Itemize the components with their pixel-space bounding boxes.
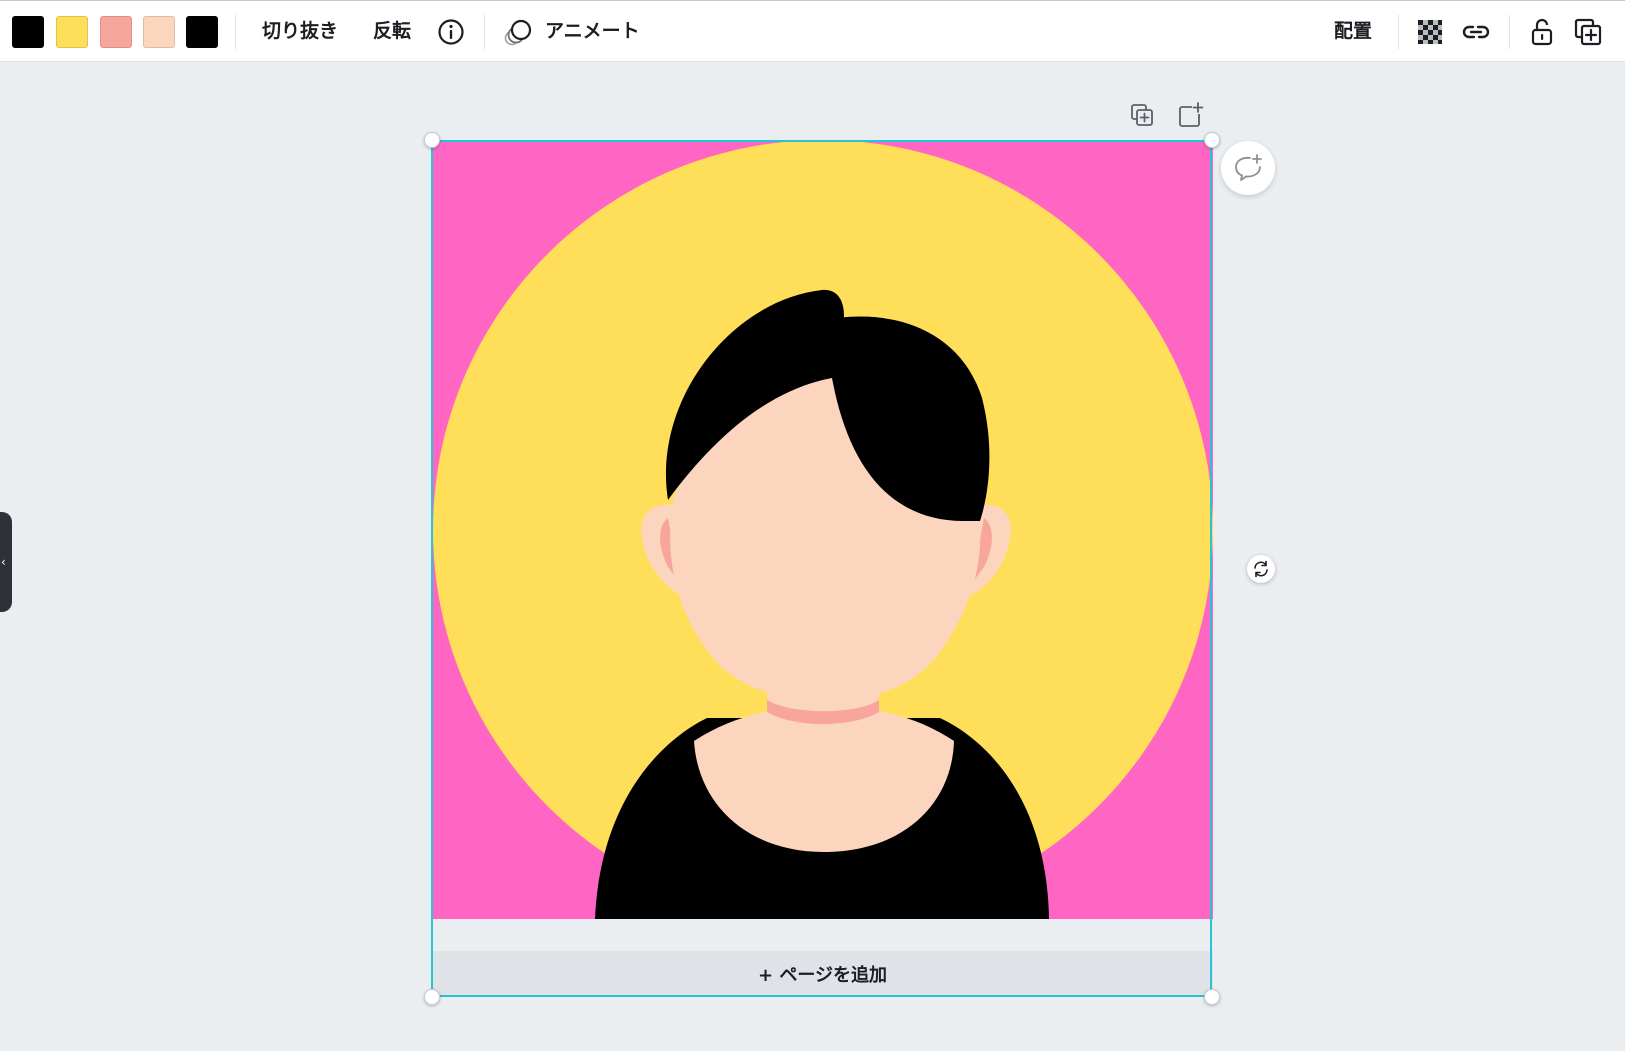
resize-handle-bottom-right[interactable] (1204, 989, 1220, 1005)
info-icon[interactable] (434, 15, 468, 49)
comment-add-icon (1235, 154, 1262, 181)
color-swatch-black-2[interactable] (186, 16, 218, 48)
color-swatch-peach[interactable] (143, 16, 175, 48)
animate-label: アニメート (545, 20, 640, 42)
design-canvas[interactable] (432, 140, 1213, 919)
link-icon[interactable] (1459, 15, 1493, 49)
toolbar-divider (1398, 15, 1399, 49)
rotate-icon (1254, 560, 1268, 578)
duplicate-page-icon[interactable] (1128, 101, 1158, 131)
toolbar-divider (484, 15, 485, 49)
add-comment-button[interactable] (1221, 141, 1275, 195)
animate-button[interactable]: アニメート (500, 13, 650, 51)
color-swatch-yellow[interactable] (56, 16, 88, 48)
resize-handle-bottom-left[interactable] (424, 989, 440, 1005)
editor-toolbar: 切り抜き 反転 アニメート 配置 (0, 0, 1625, 62)
page-bottom-strip (432, 919, 1213, 951)
add-page-icon[interactable] (1176, 100, 1206, 130)
rotate-button[interactable] (1247, 555, 1275, 583)
resize-handle-top-right[interactable] (1204, 132, 1220, 148)
toolbar-divider (235, 15, 236, 49)
crop-button[interactable]: 切り抜き (262, 19, 338, 43)
flip-button[interactable]: 反転 (373, 19, 411, 43)
side-panel-toggle[interactable]: ‹ (0, 512, 12, 612)
resize-handle-top-left[interactable] (424, 132, 440, 148)
color-swatch-black[interactable] (12, 16, 44, 48)
duplicate-icon[interactable] (1571, 15, 1605, 49)
add-page-button[interactable]: + ページを追加 (432, 951, 1213, 997)
transparency-icon[interactable] (1413, 15, 1447, 49)
avatar-illustration (432, 140, 1213, 919)
position-button[interactable]: 配置 (1334, 19, 1372, 43)
lock-icon[interactable] (1525, 15, 1559, 49)
toolbar-divider (1509, 15, 1510, 49)
color-swatch-salmon[interactable] (100, 16, 132, 48)
animate-icon (504, 19, 532, 46)
